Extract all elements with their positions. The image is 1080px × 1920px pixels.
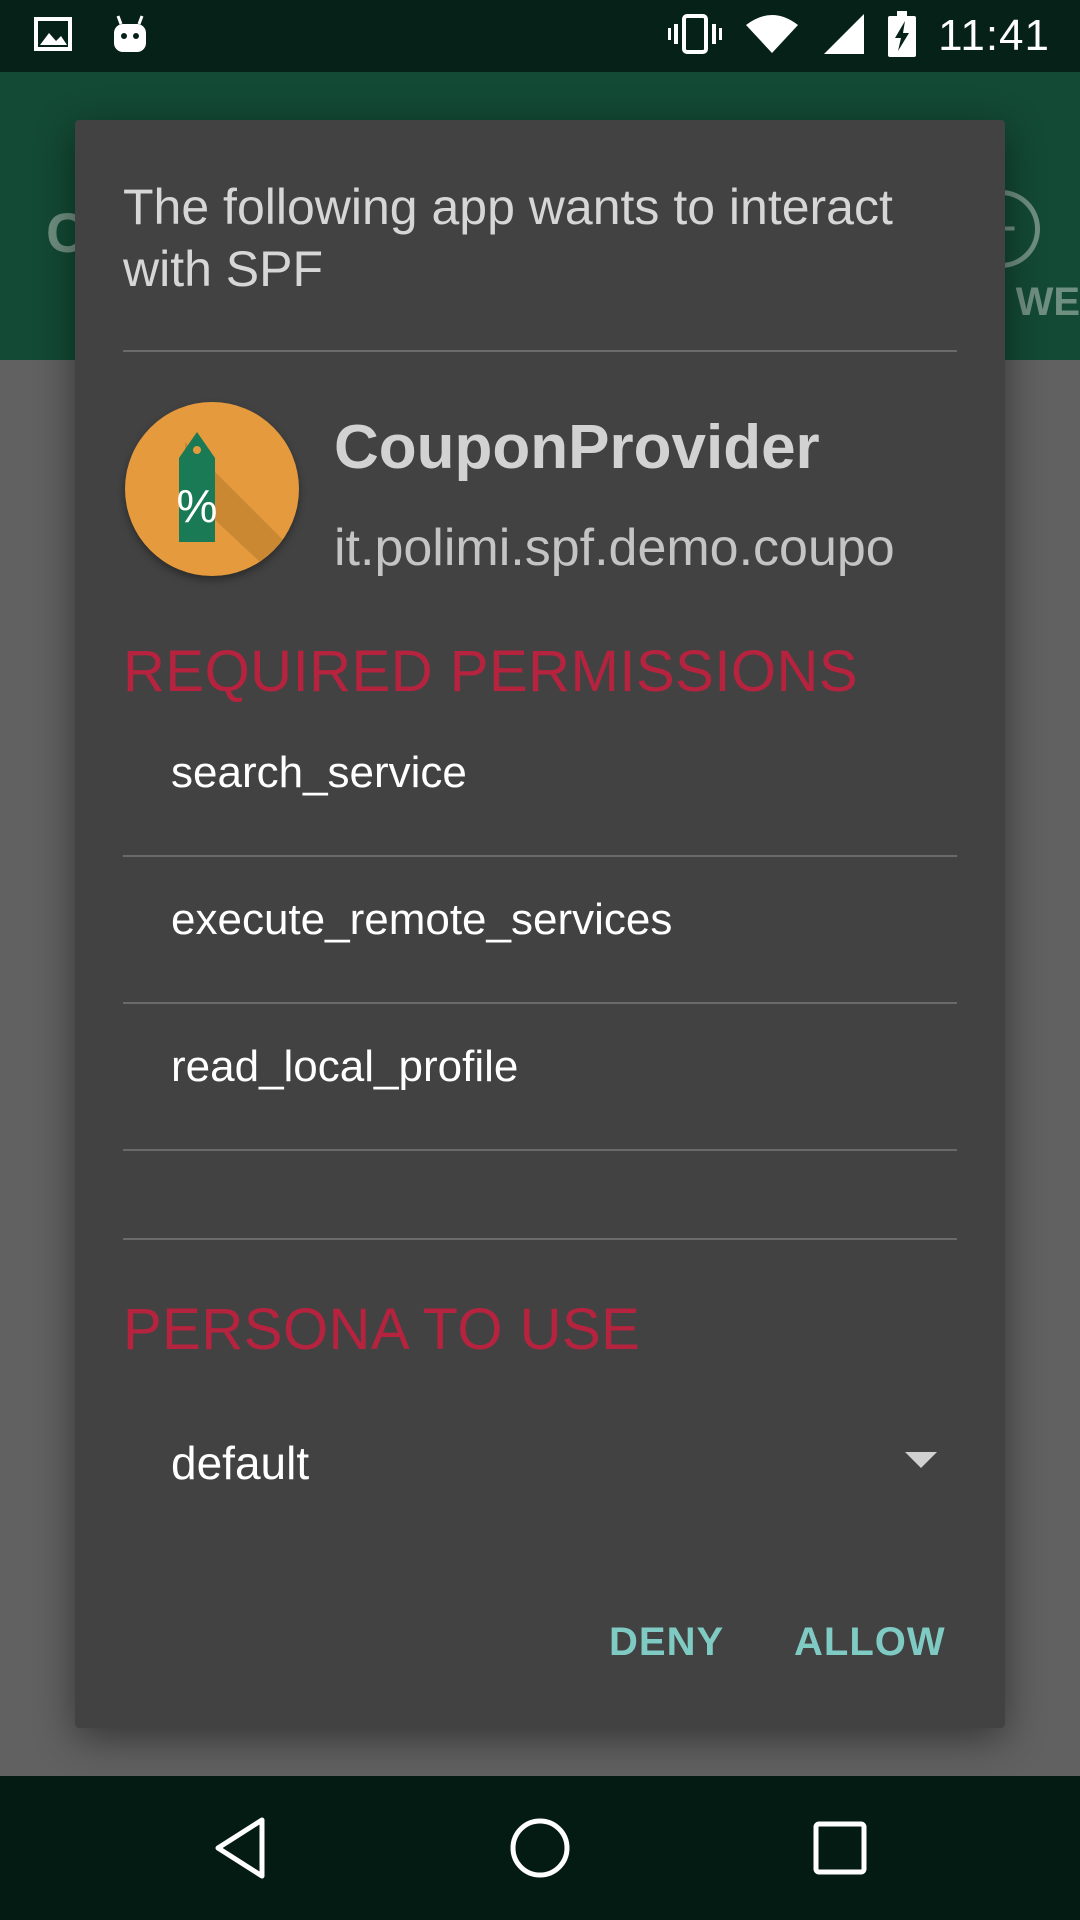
permission-label: search_service [171, 748, 467, 797]
navigation-bar [0, 1776, 1080, 1920]
recents-icon[interactable] [800, 1808, 880, 1888]
android-notification-icon [112, 14, 148, 59]
vibrate-icon [668, 12, 723, 61]
permission-item: execute_remote_services [123, 857, 957, 1003]
dialog-title: The following app wants to interact with… [123, 179, 893, 297]
battery-charging-icon [888, 10, 917, 62]
clock: 11:41 [938, 11, 1050, 60]
divider [123, 1149, 957, 1151]
permission-item: search_service [123, 710, 957, 856]
divider [123, 1238, 957, 1240]
persona-header: PERSONA TO USE [123, 1297, 641, 1362]
deny-button[interactable]: DENY [609, 1620, 724, 1665]
background-tab: WE [1015, 280, 1080, 324]
wifi-icon [744, 13, 800, 60]
allow-button[interactable]: ALLOW [794, 1620, 946, 1665]
signal-icon [822, 12, 866, 61]
dropdown-arrow-icon [905, 1452, 937, 1468]
app-name: CouponProvider [334, 413, 820, 482]
back-icon[interactable] [200, 1808, 280, 1888]
permissions-header: REQUIRED PERMISSIONS [123, 639, 859, 704]
permission-dialog: The following app wants to interact with… [75, 120, 1005, 1728]
divider [123, 350, 957, 352]
coupon-tag-icon: % [125, 402, 299, 576]
permission-label: execute_remote_services [171, 895, 673, 944]
home-icon[interactable] [500, 1808, 580, 1888]
permission-item: read_local_profile [123, 1004, 957, 1150]
persona-value: default [171, 1437, 310, 1489]
status-bar: 11:41 [0, 0, 1080, 72]
permission-label: read_local_profile [171, 1042, 519, 1091]
image-notification-icon [34, 17, 72, 56]
app-package: it.polimi.spf.demo.coupo [334, 519, 895, 577]
tag-glyph: % [177, 480, 218, 532]
persona-select[interactable]: default [123, 1390, 957, 1530]
